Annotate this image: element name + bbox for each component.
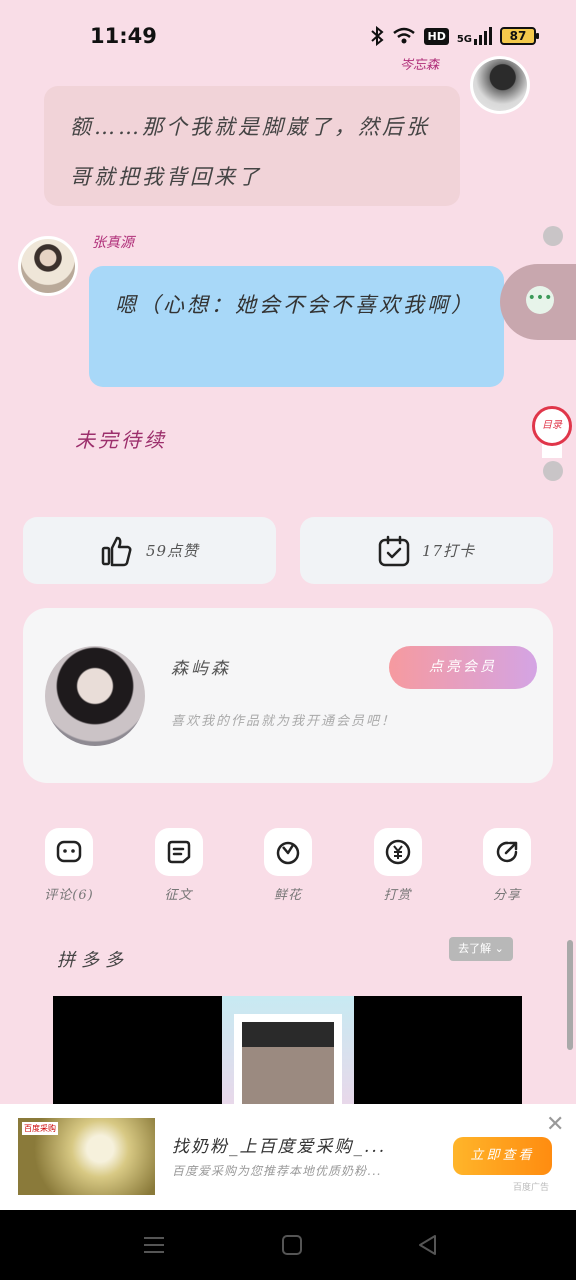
flower-icon [276,841,300,865]
chat-bubble-icon[interactable]: ••• [526,286,554,314]
ad-image-tag: 百度采购 [22,1122,58,1135]
comment-button[interactable]: 评论(6) [23,828,115,903]
author-description: 喜欢我的作品就为我开通会员吧！ [171,714,397,729]
pdd-learn-more-chip[interactable]: 去了解 ⌄ [449,937,513,961]
thumbs-up-icon [101,536,132,566]
calendar-check-icon [378,535,410,566]
reward-button[interactable]: 打赏 [352,828,444,903]
cell-signal-icon: 5G [457,27,492,45]
product-image[interactable] [53,996,522,1104]
status-icons: HD 5G 87 [370,26,539,46]
essay-icon [167,840,190,864]
avatar-zhang[interactable] [18,236,78,296]
home-icon[interactable] [279,1232,305,1258]
share-label: 分享 [492,888,521,903]
ad-source: 百度广告 [513,1183,550,1193]
flower-label: 鲜花 [273,888,302,903]
essay-button[interactable]: 征文 [133,828,225,903]
ad-image[interactable]: 百度采购 [18,1118,155,1195]
back-icon[interactable] [415,1232,441,1258]
shoe-photo [234,1014,342,1104]
bluetooth-icon [371,26,385,46]
message-bubble-pink: 额……那个我就是脚崴了，然后张哥就把我背回来了 [44,86,460,206]
catalog-pin-button[interactable]: 目录 [532,406,572,446]
pin-tail [542,444,562,458]
like-button[interactable]: 59点赞 [23,517,276,584]
ad-description: 百度爱采购为您推荐本地优质奶粉... [172,1164,382,1178]
status-time: 11:49 [90,24,157,48]
checkin-count: 17打卡 [421,542,476,560]
wifi-icon [393,27,416,44]
comment-icon [56,840,82,863]
system-nav-bar [0,1210,576,1280]
ad-banner[interactable]: 百度采购 找奶粉_上百度爱采购_... 百度爱采购为您推荐本地优质奶粉... 立… [0,1104,576,1210]
ad-title[interactable]: 找奶粉_上百度爱采购_... [172,1132,386,1157]
message-bubble-blue: 嗯（心想：她会不会不喜欢我啊） [89,266,504,387]
essay-label: 征文 [164,888,193,903]
flower-button[interactable]: 鲜花 [242,828,334,903]
reward-label: 打赏 [383,888,412,903]
menu-icon[interactable] [141,1232,167,1258]
to-be-continued-text: 未完待续 [75,428,167,452]
ad-view-button[interactable]: 立即查看 [453,1137,552,1175]
avatar[interactable] [470,56,530,114]
author-name[interactable]: 森屿森 [171,654,231,679]
comment-label: 评论(6) [44,888,94,903]
activate-membership-button[interactable]: 点亮会员 [389,646,537,689]
like-count: 59点赞 [145,542,200,560]
network-type: 5G [456,34,472,45]
checkin-button[interactable]: 17打卡 [300,517,553,584]
scrollbar[interactable] [567,940,573,1050]
share-icon [496,841,518,863]
share-button[interactable]: 分享 [461,828,553,903]
battery-icon: 87 [500,27,539,45]
pdd-chip-label: 去了解 [458,942,492,955]
top-speaker-name: 岑忘森 [400,58,440,73]
dot-indicator [543,226,563,246]
dot-indicator [543,461,563,481]
hd-badge: HD [424,27,449,45]
reward-icon [385,839,410,865]
speaker-name: 张真源 [92,235,134,251]
author-card: 森屿森 喜欢我的作品就为我开通会员吧！ 点亮会员 [23,608,553,783]
bottom-toolbar: 评论(6) 征文 鲜花 打赏 分享 [23,828,553,903]
pdd-section-title: 拼多多 [57,950,129,971]
author-avatar[interactable] [45,646,145,746]
close-icon[interactable]: ✕ [546,1112,564,1137]
